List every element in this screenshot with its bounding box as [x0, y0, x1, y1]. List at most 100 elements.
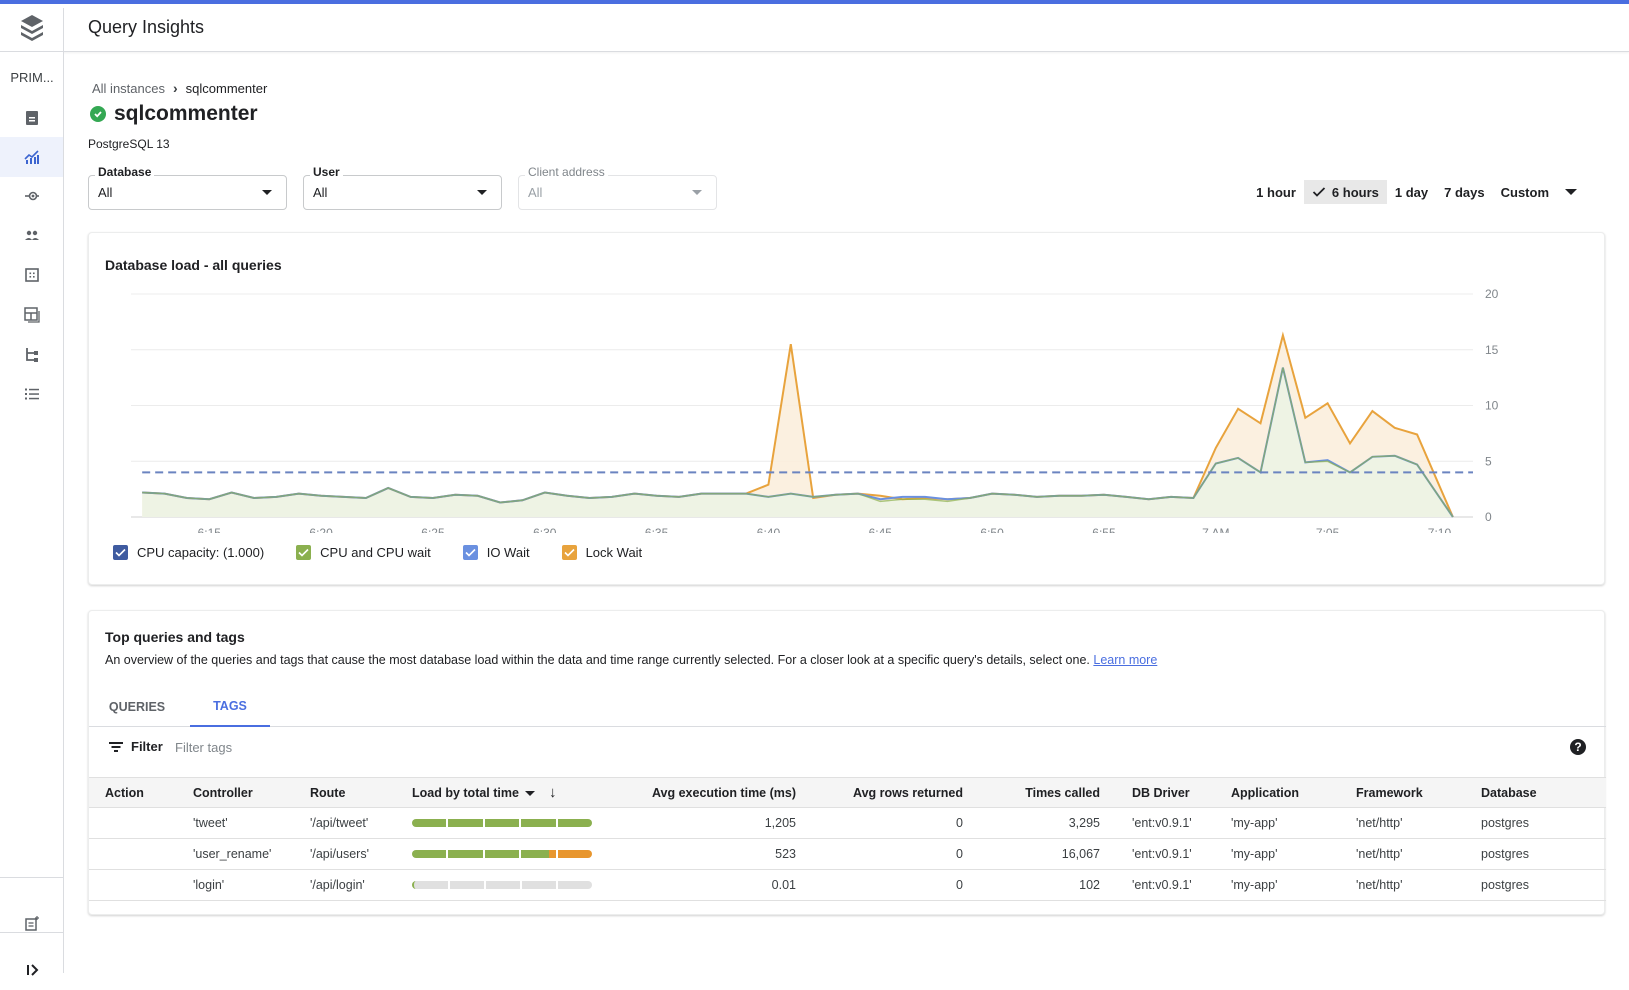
top-queries-title: Top queries and tags	[105, 629, 245, 645]
y-tick-label: 5	[1485, 454, 1492, 468]
load-bar-segment	[448, 850, 483, 858]
time-range-6-hours[interactable]: 6 hours	[1303, 180, 1387, 204]
cell-application: 'my-app'	[1223, 838, 1348, 870]
cell-action	[89, 807, 185, 839]
sidebar-item-replicas[interactable]	[0, 334, 63, 374]
user-select-value: All	[313, 185, 328, 200]
status-check-icon	[90, 106, 106, 122]
user-select-label: User	[310, 165, 343, 179]
table-row[interactable]: 'tweet' '/api/tweet' 1,205 0 3,295'ent:v0.9.…	[89, 807, 1606, 839]
x-tick-label: 6:30	[533, 526, 557, 533]
sidebar-item-databases[interactable]	[0, 255, 63, 295]
legend-item[interactable]: CPU capacity: (1.000)	[113, 545, 264, 560]
layers-logo-icon[interactable]	[16, 12, 48, 44]
sidebar-expand-button[interactable]	[0, 950, 63, 990]
load-bar-segment	[484, 819, 520, 827]
sidebar-item-connections[interactable]	[0, 176, 63, 216]
sidebar-item-query-insights[interactable]	[0, 137, 63, 177]
tab-tags[interactable]: TAGS	[190, 687, 270, 727]
column-header-db-driver[interactable]: DB Driver	[1108, 777, 1223, 808]
column-header-controller[interactable]: Controller	[185, 777, 302, 808]
column-header-avg-exec[interactable]: Avg execution time (ms)	[604, 777, 804, 808]
database-select-label: Database	[95, 165, 155, 179]
client-address-select[interactable]: Client address All	[518, 165, 717, 210]
time-range-custom[interactable]: Custom	[1493, 180, 1585, 204]
grid-icon	[24, 268, 39, 282]
cell-route: '/api/login'	[302, 869, 404, 901]
column-header-avg-rows[interactable]: Avg rows returned	[804, 777, 971, 808]
database-select[interactable]: Database All	[88, 165, 287, 210]
instance-version: PostgreSQL 13	[88, 137, 170, 151]
sidebar-item-release-notes[interactable]	[0, 904, 63, 944]
column-header-load[interactable]: Load by total time ↓	[404, 777, 604, 808]
legend-label: CPU capacity: (1.000)	[137, 545, 265, 560]
cell-times-called: 3,295	[971, 807, 1108, 839]
app-header: Query Insights	[0, 4, 1629, 56]
legend-item[interactable]: CPU and CPU wait	[296, 545, 431, 560]
cell-application: 'my-app'	[1223, 869, 1348, 901]
cell-application: 'my-app'	[1223, 807, 1348, 839]
load-bar-segment	[484, 850, 520, 858]
load-bar-segment	[448, 819, 483, 827]
load-bar	[412, 819, 593, 827]
cell-load	[404, 869, 604, 901]
app-title: Query Insights	[88, 17, 205, 37]
column-header-times-called[interactable]: Times called	[971, 777, 1108, 808]
checkbox-checked-icon[interactable]	[113, 545, 128, 560]
load-bar-segment	[486, 881, 520, 889]
cell-db-driver: 'ent:v0.9.1'	[1108, 807, 1223, 839]
x-tick-label: 6:50	[980, 526, 1004, 533]
cell-controller: 'tweet'	[185, 807, 302, 839]
time-range-label: 7 days	[1444, 184, 1485, 200]
chart-legend: CPU capacity: (1.000) CPU and CPU wait IO …	[113, 545, 642, 560]
table-row[interactable]: 'login' '/api/login' 0.01 0 102'ent:v0.9.1' '…	[89, 869, 1606, 901]
sidebar-item-backups[interactable]	[0, 295, 63, 335]
time-range-1-hour[interactable]: 1 hour	[1248, 180, 1304, 204]
user-select[interactable]: User All	[303, 165, 502, 210]
filter-tags-input[interactable]	[173, 735, 473, 759]
top-queries-description: An overview of the queries and tags that…	[105, 653, 1157, 667]
load-bar-segment	[557, 819, 593, 827]
legend-item[interactable]: Lock Wait	[561, 545, 643, 560]
load-bar-segment	[412, 850, 447, 858]
sidebar-item-overview[interactable]	[0, 98, 63, 138]
sidebar-item-operations[interactable]	[0, 374, 63, 414]
arrow-down-icon[interactable]: ↓	[549, 784, 557, 801]
cell-load	[404, 807, 604, 839]
column-header-route[interactable]: Route	[302, 777, 404, 808]
column-header-database[interactable]: Database	[1473, 777, 1606, 808]
filter-icon[interactable]	[109, 741, 123, 753]
document-icon	[25, 111, 38, 125]
sort-dropdown-icon[interactable]	[524, 791, 535, 797]
sidebar-divider-bottom	[0, 932, 63, 933]
database-load-chart[interactable]: 0 5 10 15 20 6:15 6:20 6:25 6:30 6:35 6:40 6:45 6:50…	[89, 233, 1606, 533]
tab-queries[interactable]: QUERIES	[105, 687, 169, 727]
load-bar	[412, 850, 593, 858]
tags-table: Action Controller Route Load by total ti…	[89, 777, 1606, 901]
help-icon[interactable]: ?	[1570, 739, 1586, 755]
breadcrumb-all-instances[interactable]: All instances	[92, 81, 165, 96]
x-tick-label: 7:05	[1316, 526, 1340, 533]
column-header-action[interactable]: Action	[89, 777, 185, 808]
people-icon	[24, 230, 39, 240]
checkbox-checked-icon[interactable]	[296, 545, 312, 560]
cell-framework: 'net/http'	[1348, 838, 1473, 870]
x-tick-label: 6:20	[309, 526, 333, 533]
learn-more-link[interactable]: Learn more	[1093, 653, 1157, 667]
cell-times-called: 102	[971, 869, 1108, 901]
instance-short-label[interactable]: PRIM...	[0, 70, 64, 85]
column-header-framework[interactable]: Framework	[1348, 777, 1473, 808]
checkbox-checked-icon[interactable]	[462, 545, 478, 560]
time-range-7-days[interactable]: 7 days	[1436, 180, 1492, 204]
dropdown-arrow-icon	[262, 190, 272, 195]
legend-label: Lock Wait	[585, 545, 643, 560]
column-header-application[interactable]: Application	[1223, 777, 1348, 808]
checkbox-checked-icon[interactable]	[561, 545, 577, 560]
legend-item[interactable]: IO Wait	[462, 545, 530, 560]
checkmark-icon	[1312, 187, 1326, 197]
insights-chart-icon	[23, 150, 39, 164]
time-range-1-day[interactable]: 1 day	[1387, 180, 1436, 204]
table-row[interactable]: 'user_rename' '/api/users' 523 0 16,067'ent:…	[89, 838, 1606, 870]
sidebar-item-users[interactable]	[0, 216, 63, 256]
legend-label: CPU and CPU wait	[320, 545, 431, 560]
